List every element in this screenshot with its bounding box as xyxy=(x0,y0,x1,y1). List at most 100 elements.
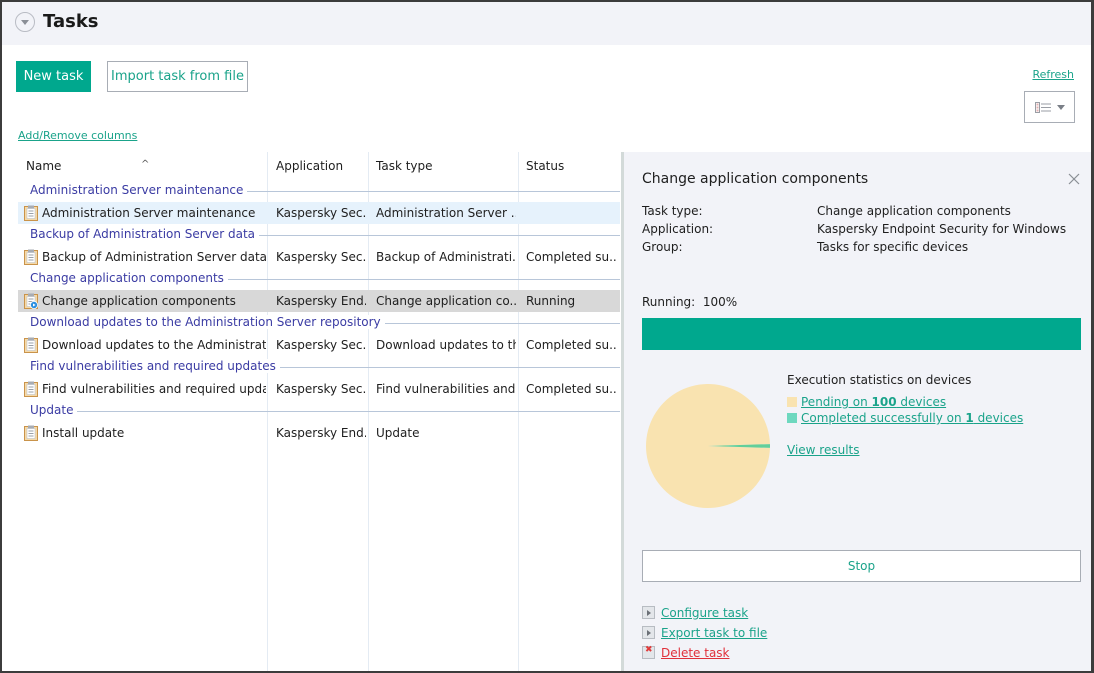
cell-application: Kaspersky End... xyxy=(276,294,366,308)
column-header-label: Name xyxy=(26,159,62,173)
cell-name: Find vulnerabilities and required update… xyxy=(42,382,266,396)
sort-ascending-icon: ^ xyxy=(141,159,150,170)
progress-bar xyxy=(642,318,1081,350)
details-title: Change application components xyxy=(642,171,869,187)
group-label: Find vulnerabilities and required update… xyxy=(30,359,280,373)
legend-swatch-completed xyxy=(787,413,797,423)
group-header[interactable]: Download updates to the Administration S… xyxy=(18,312,620,334)
group-label: Backup of Administration Server data xyxy=(30,227,259,241)
new-task-button[interactable]: New task xyxy=(16,61,91,92)
chevron-down-icon xyxy=(1057,105,1065,110)
cell-task-type: Update xyxy=(376,426,420,440)
group-label: Administration Server maintenance xyxy=(30,183,248,197)
cell-status: Completed su... xyxy=(526,338,618,352)
cell-status xyxy=(526,422,618,444)
cell-status: Completed su... xyxy=(526,250,618,264)
task-icon xyxy=(24,205,38,221)
group-header[interactable]: Find vulnerabilities and required update… xyxy=(18,356,620,378)
action-label: Delete task xyxy=(661,646,730,660)
task-type-label: Task type: xyxy=(642,204,703,218)
application-value: Kaspersky Endpoint Security for Windows xyxy=(817,222,1067,236)
group-label: Download updates to the Administration S… xyxy=(30,315,385,329)
cell-task-type: Find vulnerabilities and ... xyxy=(376,382,516,396)
play-icon xyxy=(642,606,655,619)
action-label: Export task to file xyxy=(661,626,768,640)
task-details-panel: Change application components Task type:… xyxy=(624,152,1091,671)
cell-name: Administration Server maintenance xyxy=(42,206,256,220)
task-icon xyxy=(24,337,38,353)
cell-application: Kaspersky Sec... xyxy=(276,250,366,264)
cell-status xyxy=(526,202,618,224)
progress-fill xyxy=(642,318,1081,350)
group-divider xyxy=(30,411,620,412)
action-label: Configure task xyxy=(661,606,749,620)
export-task-link[interactable]: Export task to file xyxy=(642,626,767,640)
list-view-icon xyxy=(1035,102,1051,113)
cell-name: Download updates to the Administration..… xyxy=(42,338,266,352)
cell-name: Install update xyxy=(42,426,125,440)
table-row[interactable]: Change application components Kaspersky … xyxy=(18,290,620,312)
tasks-window: Tasks New task Import task from file Ref… xyxy=(2,2,1091,671)
pending-devices-link[interactable]: Pending on 100 devices xyxy=(787,395,946,409)
task-icon xyxy=(24,293,38,309)
task-icon xyxy=(24,249,38,265)
play-icon xyxy=(642,626,655,639)
chevron-down-circle-icon[interactable] xyxy=(15,12,35,32)
page-title: Tasks xyxy=(43,11,99,32)
refresh-link[interactable]: Refresh xyxy=(1032,68,1074,81)
configure-task-link[interactable]: Configure task xyxy=(642,606,748,620)
group-header[interactable]: Update xyxy=(18,400,620,422)
cell-application: Kaspersky Sec... xyxy=(276,338,366,352)
table-row[interactable]: Administration Server maintenance Kasper… xyxy=(18,202,620,224)
legend-swatch-pending xyxy=(787,397,797,407)
progress-label: Running: 100% xyxy=(642,295,737,309)
legend-text: Completed successfully on xyxy=(801,411,966,425)
group-header[interactable]: Change application components xyxy=(18,268,620,290)
group-header[interactable]: Administration Server maintenance xyxy=(18,180,620,202)
task-type-value: Change application components xyxy=(817,204,1011,218)
delete-task-link[interactable]: Delete task xyxy=(642,645,730,660)
delete-icon xyxy=(642,645,655,659)
stop-button[interactable]: Stop xyxy=(642,550,1081,582)
view-results-link[interactable]: View results xyxy=(787,443,860,457)
add-remove-columns-link[interactable]: Add/Remove columns xyxy=(18,129,137,142)
completed-count: 1 xyxy=(965,411,974,425)
group-label: Update xyxy=(30,403,78,417)
legend-text: Pending on xyxy=(801,395,872,409)
tasks-table: Name ^ Application Task type Status Admi… xyxy=(18,152,620,671)
view-toggle-button[interactable] xyxy=(1024,91,1075,123)
table-row[interactable]: Find vulnerabilities and required update… xyxy=(18,378,620,400)
cell-application: Kaspersky End... xyxy=(276,426,366,440)
group-value: Tasks for specific devices xyxy=(817,240,969,254)
cell-name: Change application components xyxy=(42,294,236,308)
cell-task-type: Change application co... xyxy=(376,294,516,308)
execution-pie-chart xyxy=(646,384,770,508)
column-header-task-type[interactable]: Task type xyxy=(370,152,518,180)
column-header-name[interactable]: Name ^ xyxy=(20,152,267,180)
column-header-status[interactable]: Status xyxy=(520,152,620,180)
cell-task-type: Administration Server ... xyxy=(376,206,516,220)
group-label: Change application components xyxy=(30,271,228,285)
task-icon xyxy=(24,381,38,397)
page-header: Tasks xyxy=(2,2,1091,45)
cell-status: Running xyxy=(526,294,576,308)
cell-task-type: Download updates to th... xyxy=(376,338,516,352)
cell-task-type: Backup of Administrati... xyxy=(376,250,516,264)
cell-application: Kaspersky Sec... xyxy=(276,382,366,396)
group-header[interactable]: Backup of Administration Server data xyxy=(18,224,620,246)
progress-status: Running: xyxy=(642,295,696,309)
group-label: Group: xyxy=(642,240,683,254)
table-row[interactable]: Install update Kaspersky End... Update xyxy=(18,422,620,444)
table-row[interactable]: Download updates to the Administration..… xyxy=(18,334,620,356)
cell-application: Kaspersky Sec... xyxy=(276,206,366,220)
pending-count: 100 xyxy=(871,395,897,409)
task-icon xyxy=(24,425,38,441)
table-row[interactable]: Backup of Administration Server data Kas… xyxy=(18,246,620,268)
import-task-button[interactable]: Import task from file xyxy=(107,61,248,92)
cell-name: Backup of Administration Server data xyxy=(42,250,266,264)
completed-devices-link[interactable]: Completed successfully on 1 devices xyxy=(787,411,1023,425)
legend-text: devices xyxy=(896,395,947,409)
stats-title: Execution statistics on devices xyxy=(787,373,972,387)
close-icon[interactable] xyxy=(1067,172,1081,186)
column-header-application[interactable]: Application xyxy=(270,152,368,180)
